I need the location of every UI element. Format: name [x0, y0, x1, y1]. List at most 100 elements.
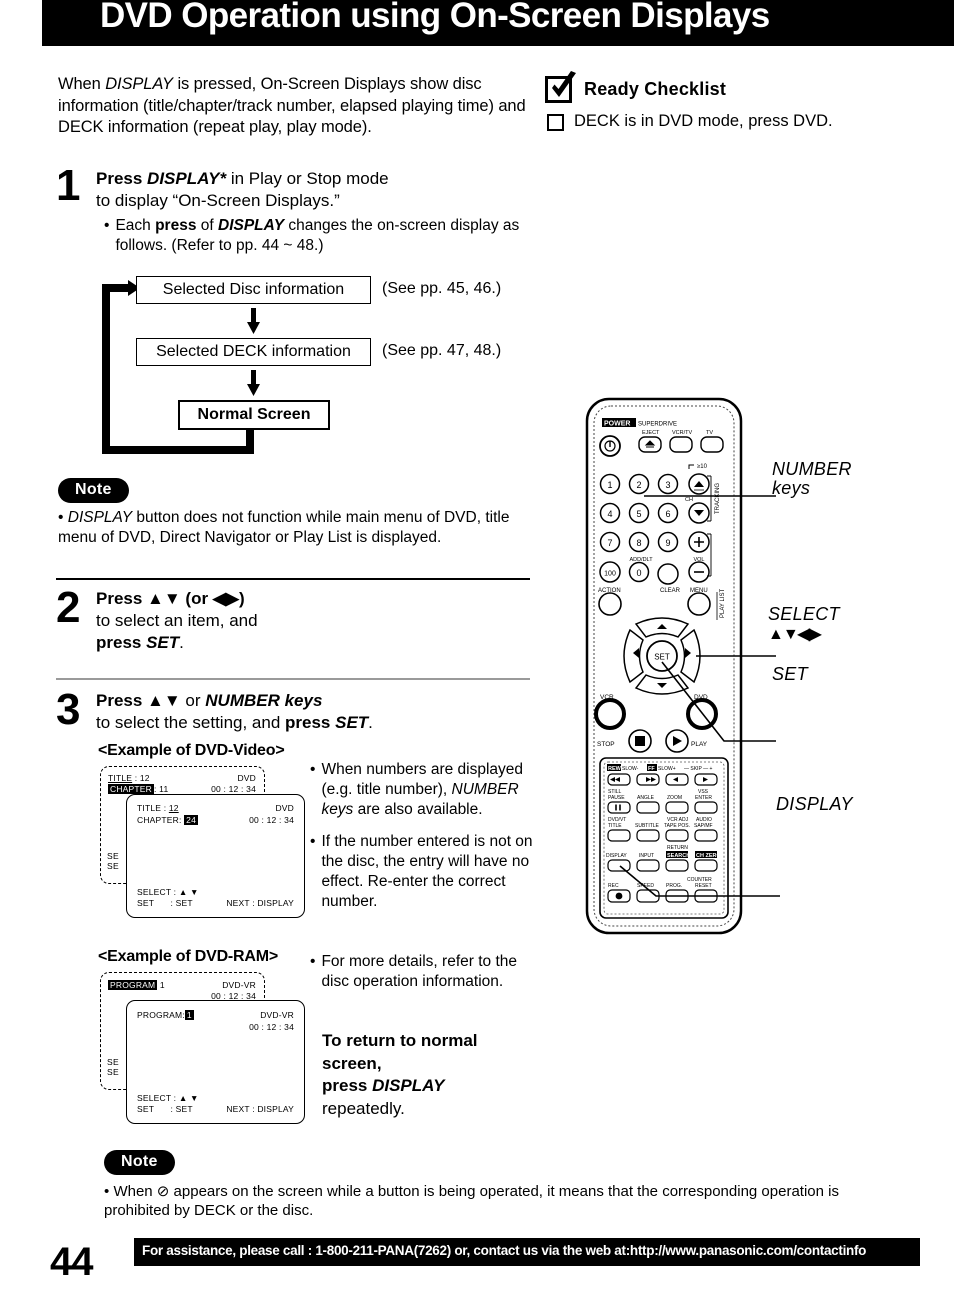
osd-front-video-set-value: : SET: [170, 898, 193, 908]
svg-text:CH: CH: [685, 497, 693, 503]
osd-front-video-select-value: ▲ ▼: [178, 887, 199, 897]
checklist-item-label: DECK is in DVD mode, press DVD.: [574, 112, 833, 130]
svg-text:SLOW-: SLOW-: [622, 766, 639, 772]
step-2-line3-key: SET: [146, 633, 180, 652]
right-column-bullets-upper: • When numbers are displayed (e.g. title…: [310, 760, 548, 924]
svg-text:VCR/TV: VCR/TV: [672, 430, 693, 436]
osd-front-video-title-row: TITLE : 12: [137, 803, 179, 813]
return-line-3-key: DISPLAY: [372, 1076, 445, 1095]
step-2: 2 Press ▲▼ (or ◀▶) to select an item, an…: [56, 583, 536, 654]
right-bullet-1: • When numbers are displayed (e.g. title…: [310, 760, 548, 820]
svg-text:1: 1: [607, 480, 612, 490]
svg-text:RESET: RESET: [695, 883, 712, 889]
svg-text:8: 8: [636, 538, 641, 548]
footer-assistance-text: For assistance, please call : 1-800-211-…: [142, 1243, 867, 1258]
svg-text:3: 3: [665, 480, 670, 490]
osd-front-video-set-row: SET : SET: [137, 898, 193, 908]
osd-back-video-time: 00 : 12 : 34: [211, 784, 256, 794]
osd-screen-front-video: TITLE : 12 CHAPTER: 24 DVD 00 : 12 : 34 …: [126, 794, 305, 918]
return-to-normal-instructions: To return to normal screen, press DISPLA…: [322, 1030, 552, 1120]
svg-text:ZOOM: ZOOM: [667, 795, 682, 801]
svg-text:EJECT: EJECT: [642, 430, 660, 436]
step-1-bullet: • Each press of DISPLAY changes the on-s…: [104, 216, 544, 256]
osd-front-ram-program-row: PROGRAM: 1: [137, 1010, 194, 1020]
osd-screen-front-ram: PROGRAM: 1 DVD-VR 00 : 12 : 34 SELECT : ▲…: [126, 1000, 305, 1124]
osd-front-video-chapter-label: CHAPTER: [137, 815, 180, 825]
osd-front-video-select-label: SELECT :: [137, 887, 177, 897]
osd-illustration-dvd-video: TITLE : 12 CHAPTER: 11 DVD 00 : 12 : 34 …: [100, 766, 305, 926]
page-title: DVD Operation using On-Screen Displays: [100, 0, 770, 35]
svg-text:2: 2: [636, 480, 641, 490]
note-2-pre: When: [113, 1183, 157, 1200]
step-3-line2-key: SET: [335, 713, 369, 732]
note-1-dot-icon: •: [58, 509, 64, 526]
callout-number-keys-line1: NUMBER: [772, 459, 852, 479]
right-bullet-1-text: When numbers are displayed (e.g. title n…: [321, 760, 548, 820]
footer-banner: For assistance, please call : 1-800-211-…: [134, 1238, 920, 1266]
step-1-number: 1: [56, 161, 81, 210]
svg-text:5: 5: [636, 509, 641, 519]
step-2-number: 2: [56, 583, 81, 632]
osd-front-video-disc-type: DVD: [275, 803, 294, 813]
osd-back-video-chapter-label: CHAPTER: [108, 784, 155, 794]
svg-text:7: 7: [607, 538, 612, 548]
checklist-header: Ready Checklist: [545, 71, 945, 103]
step-1-bullet-mid: of: [196, 217, 218, 234]
step-3-line2-end: .: [368, 713, 373, 732]
flow-loop-bottom-segment: [102, 446, 254, 454]
callout-select: SELECT ▲▼◀▶: [768, 605, 840, 644]
note-badge-bottom: Note: [104, 1150, 175, 1175]
step-1-bullet-pre: Each: [115, 217, 156, 234]
osd-front-ram-set-label: SET: [137, 1104, 154, 1114]
osd-front-video-time: 00 : 12 : 34: [249, 815, 294, 825]
step-1: 1 Press DISPLAY* in Play or Stop mode to…: [56, 161, 536, 212]
osd-front-ram-program-label: PROGRAM:: [137, 1010, 185, 1020]
right-bullet-3: • For more details, refer to the disc op…: [310, 952, 548, 992]
step-1-bullet-text: Each press of DISPLAY changes the on-scr…: [115, 216, 544, 256]
bullet-dot-icon: •: [310, 953, 316, 970]
empty-checkbox-icon: [547, 114, 564, 131]
section-divider-2: [56, 678, 530, 680]
note-text-bottom: • When ⊘ appears on the screen while a b…: [104, 1182, 864, 1220]
osd-front-video-set-label: SET: [137, 898, 154, 908]
osd-front-video-select-row: SELECT : ▲ ▼: [137, 887, 199, 897]
flow-box-deck-info: Selected DECK information: [136, 338, 371, 366]
note-text-top: • DISPLAY button does not function while…: [58, 508, 528, 547]
note-badge-top: Note: [58, 478, 129, 503]
flow-note-deck-info: (See pp. 47, 48.): [382, 342, 502, 359]
svg-text:TAPE POS.: TAPE POS.: [664, 823, 690, 829]
svg-text:PAUSE: PAUSE: [608, 795, 625, 801]
checklist-title: Ready Checklist: [584, 79, 727, 99]
right-column-bullets-lower: • For more details, refer to the disc op…: [310, 952, 548, 1004]
osd-front-video-chapter-row: CHAPTER: 24: [137, 815, 199, 825]
flow-box-normal-screen: Normal Screen: [178, 400, 330, 430]
osd-front-video-title-label: TITLE: [137, 803, 162, 813]
callout-select-label: SELECT: [768, 604, 840, 624]
osd-front-video-chapter-sep: :: [179, 815, 182, 825]
bullet-dot-icon: •: [104, 217, 110, 234]
flow-note-disc-info: (See pp. 45, 46.): [382, 280, 502, 297]
step-3-line1-mid: or: [180, 691, 206, 710]
osd-back-video-title-sep: :: [134, 773, 138, 783]
flow-loop-top-segment: [108, 284, 130, 292]
callout-set: SET: [772, 664, 808, 684]
osd-front-ram-next-label: NEXT : DISPLAY: [226, 1104, 294, 1114]
svg-text:6: 6: [665, 509, 670, 519]
step-3: 3 Press ▲▼ or NUMBER keys to select the …: [56, 685, 536, 734]
example-caption-dvd-ram: <Example of DVD-RAM>: [98, 948, 279, 965]
example-caption-dvd-video: <Example of DVD-Video>: [98, 742, 285, 759]
step-3-number: 3: [56, 685, 81, 734]
svg-text:SUBTITLE: SUBTITLE: [635, 823, 660, 829]
osd-front-ram-select-label: SELECT :: [137, 1093, 177, 1103]
bullet-dot-icon: •: [310, 833, 316, 850]
svg-text:100: 100: [604, 571, 616, 578]
step-3-line1-pre: Press ▲▼: [96, 691, 181, 710]
svg-text:REW: REW: [608, 766, 622, 772]
step-2-line3-pre: press: [96, 633, 147, 652]
step-3-line2-pre: to select the setting, and: [96, 713, 286, 732]
return-line-1: To return to normal: [322, 1031, 478, 1050]
osd-front-ram-time: 00 : 12 : 34: [249, 1022, 294, 1032]
svg-text:SLOW+: SLOW+: [658, 766, 676, 772]
callout-display: DISPLAY: [776, 794, 853, 814]
svg-text:ENTER: ENTER: [695, 795, 712, 801]
